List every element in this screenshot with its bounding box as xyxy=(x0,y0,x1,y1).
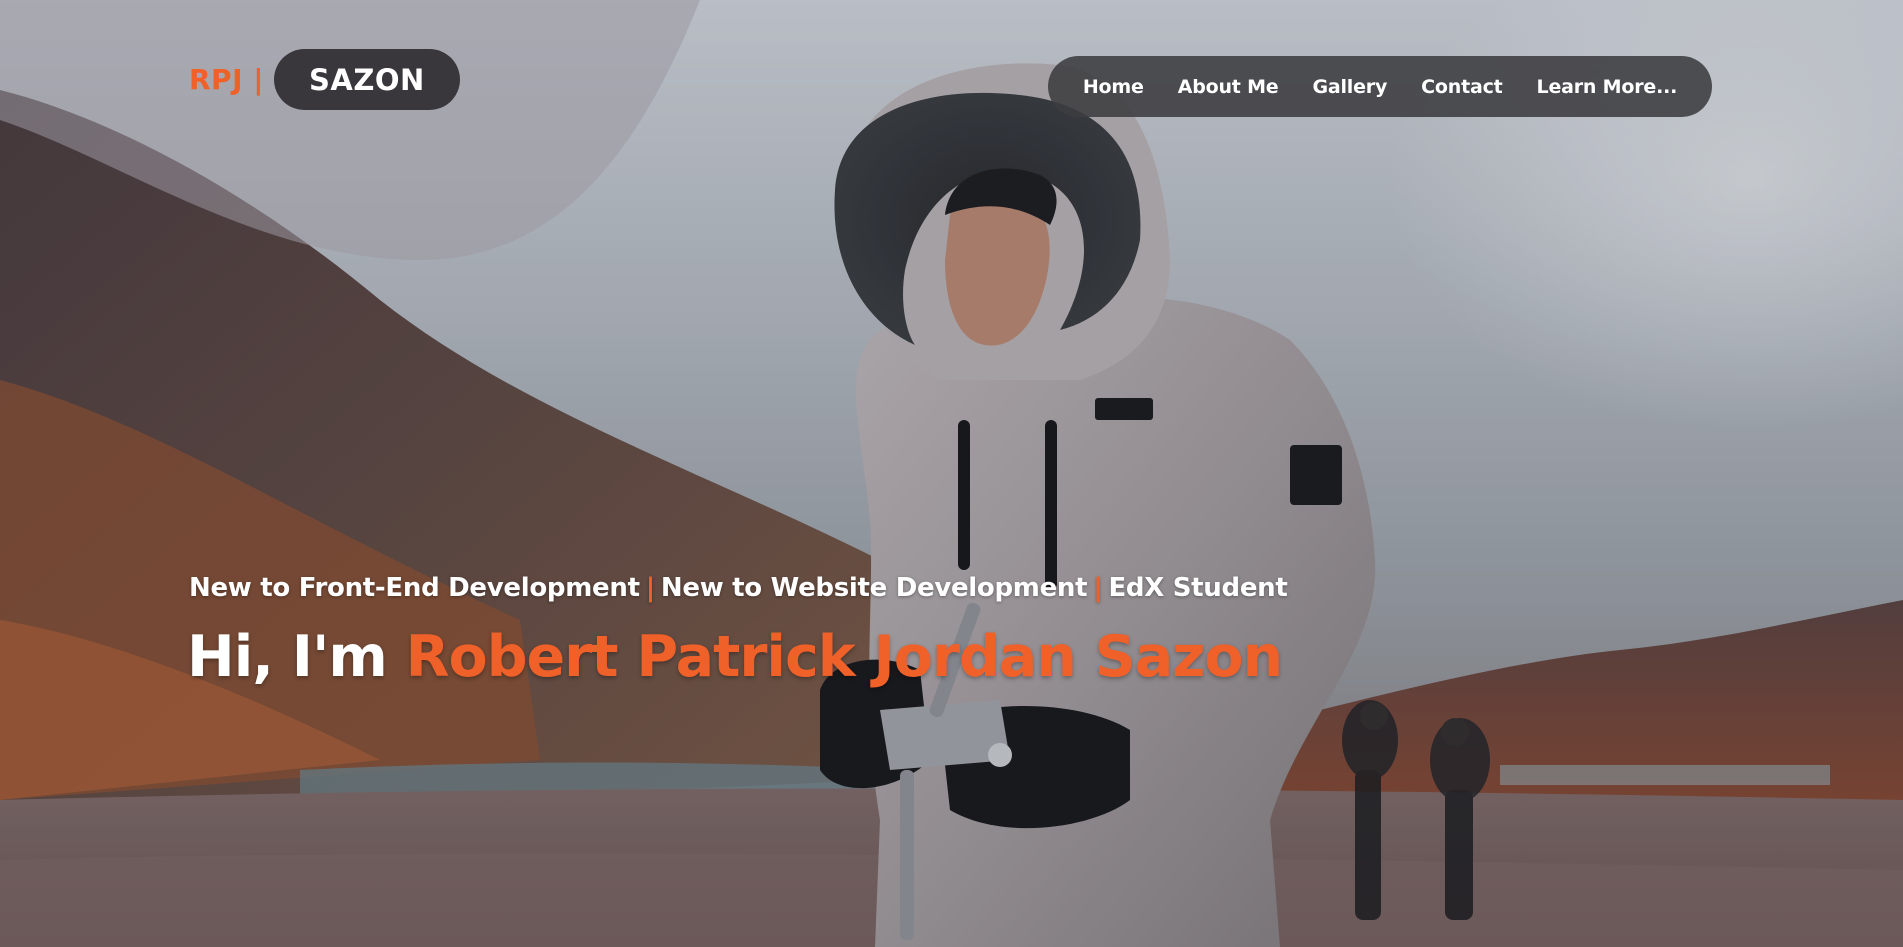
nav-home[interactable]: Home xyxy=(1083,76,1144,98)
hero-headline: Hi, I'm Robert Patrick Jordan Sazon xyxy=(187,624,1283,690)
hero-background-photo xyxy=(0,0,1903,947)
site-logo[interactable]: RPJ | SAZON xyxy=(189,49,460,110)
tagline-separator: | xyxy=(645,573,656,603)
headline-greeting: Hi, I'm xyxy=(187,624,388,690)
nav-about-me[interactable]: About Me xyxy=(1178,76,1279,98)
headline-name: Robert Patrick Jordan Sazon xyxy=(405,624,1283,690)
tagline-front-end: New to Front-End Development xyxy=(189,573,640,603)
nav-learn-more[interactable]: Learn More... xyxy=(1537,76,1678,98)
main-nav: Home About Me Gallery Contact Learn More… xyxy=(1048,56,1712,117)
logo-initials: RPJ | xyxy=(189,63,264,96)
tagline-website: New to Website Development xyxy=(660,573,1088,603)
nav-contact[interactable]: Contact xyxy=(1421,76,1503,98)
nav-gallery[interactable]: Gallery xyxy=(1312,76,1387,98)
tagline-edx: EdX Student xyxy=(1108,573,1288,603)
hero-tagline: New to Front-End Development | New to Webs… xyxy=(189,573,1288,603)
tagline-separator: | xyxy=(1093,573,1103,603)
hero-section: RPJ | SAZON Home About Me Gallery Contac… xyxy=(0,0,1903,947)
logo-surname-pill: SAZON xyxy=(273,49,460,110)
